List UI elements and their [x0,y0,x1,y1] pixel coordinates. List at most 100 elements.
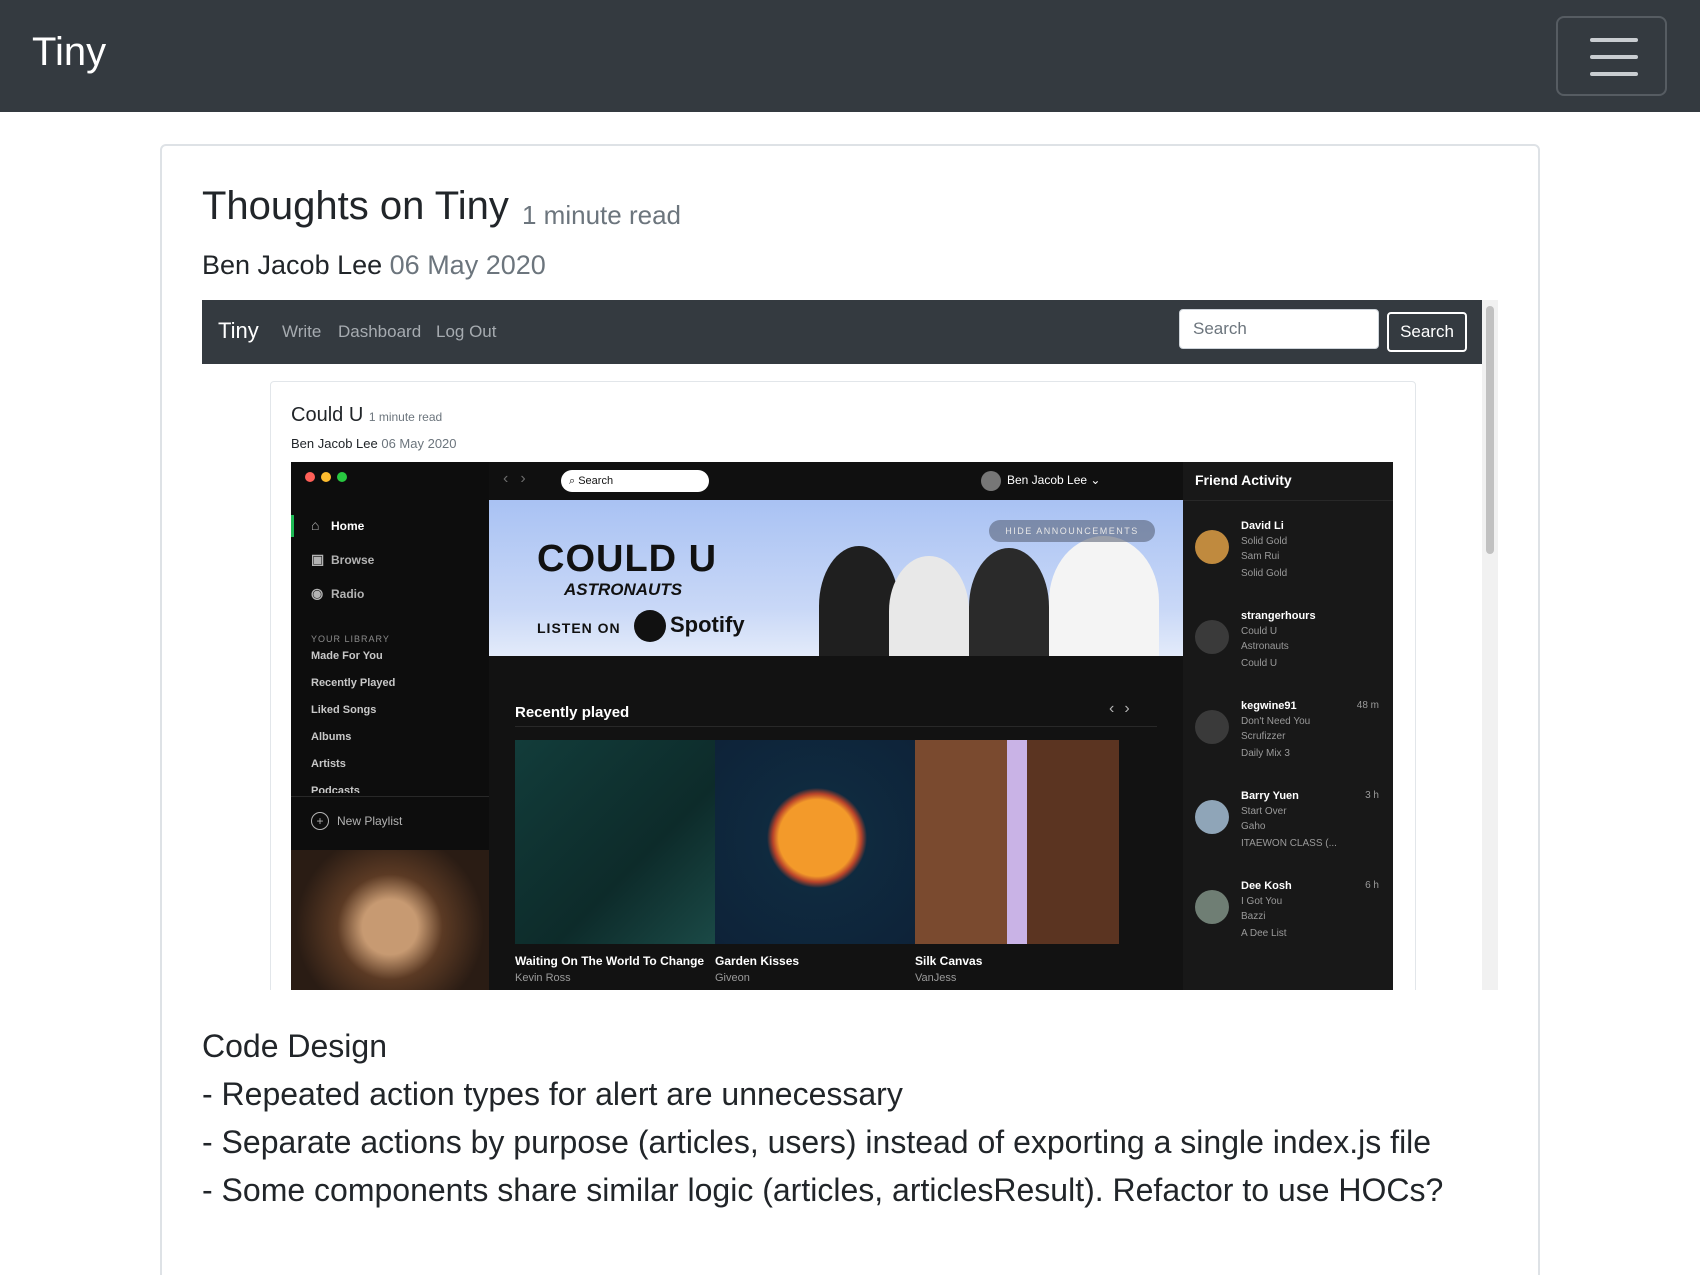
screenshot-search-button: Search [1387,312,1467,352]
screenshot-search-input [1179,309,1379,349]
radio-icon: ◉ [311,585,324,601]
friend-artist: Bazzi [1241,911,1266,922]
friend-time: 6 h [1365,880,1379,891]
screenshot-scrollbar[interactable] [1482,300,1498,990]
body-line: - Separate actions by purpose (articles,… [202,1124,1432,1160]
friend-activity-divider [1183,500,1393,501]
friend-item: Dee Kosh 6 h I Got You Bazzi A Dee List [1183,880,1393,970]
album-artist: Kevin Ross [515,972,571,984]
friend-name: Barry Yuen [1241,790,1299,802]
library-item: Podcasts [311,785,360,793]
friend-artist: Gaho [1241,821,1266,832]
screenshot-link-dashboard: Dashboard [338,322,422,341]
sidebar-item-browse: ▣ Browse [311,551,374,571]
friend-avatar [1195,530,1229,564]
album-title: Garden Kisses [715,954,800,968]
hamburger-icon-bar [1590,55,1638,59]
search-icon: ⌕ [569,475,579,487]
screenshot-article-heading: Could U [291,404,364,426]
friend-item: David Li Solid Gold Sam Rui Solid Gold [1183,520,1393,610]
friend-time: 3 h [1365,790,1379,801]
spotify-icon [634,610,666,642]
spotify-user-name: Ben Jacob Lee [1007,473,1088,488]
scrollbar-thumb[interactable] [1486,306,1494,554]
banner-subtitle: ASTRONAUTS [564,580,683,599]
friend-name: kegwine91 [1241,700,1297,712]
friend-track: I Got You [1241,896,1283,907]
recently-played-divider [515,726,1157,727]
library-item: Artists [311,758,346,770]
friend-artist: Astronauts [1241,641,1289,652]
now-playing-album-art [291,850,489,990]
friend-track: Solid Gold [1241,536,1288,547]
friend-avatar [1195,620,1229,654]
hamburger-icon [1590,38,1638,42]
sidebar-item-label: Browse [331,553,375,567]
carousel-arrows-icon: ‹› [1109,700,1140,717]
friend-item: strangerhours Could U Astronauts Could U [1183,610,1393,700]
band-photo [889,556,969,656]
window-close-dot [305,472,315,482]
screenshot-article-title: Could U 1 minute read [291,404,442,427]
plus-icon: + [311,812,329,830]
screenshot-link-logout: Log Out [436,322,497,341]
avatar [981,471,1001,491]
friend-name: David Li [1241,520,1284,532]
embedded-screenshot: Tiny Write Dashboard Log Out Search Coul… [202,300,1498,990]
friend-artist: Scrufizzer [1241,731,1286,742]
sidebar-item-label: Radio [331,587,365,601]
read-time: 1 minute read [522,200,681,230]
friend-context: Solid Gold [1241,568,1288,579]
friend-avatar [1195,710,1229,744]
band-photo [969,548,1049,656]
screenshot-navbar: Tiny Write Dashboard Log Out Search [202,300,1482,364]
hide-announcements-button: HIDE ANNOUNCEMENTS [989,520,1155,542]
friend-activity-heading: Friend Activity [1195,472,1292,488]
library-item: Made For You [311,650,383,662]
browse-icon: ▣ [311,551,325,567]
banner-service-name: Spotify [670,611,745,637]
recently-played-heading: Recently played [515,704,630,721]
friend-name: Dee Kosh [1241,880,1292,892]
library-item: Albums [311,731,352,743]
article-title: Thoughts on Tiny [202,184,509,228]
screenshot-link-write: Write [282,322,322,341]
friend-avatar [1195,800,1229,834]
album-tile [915,740,1119,944]
new-playlist: + New Playlist [311,812,402,830]
band-photo [1049,536,1159,656]
chevron-down-icon: ⌄ [1087,473,1101,488]
album-artist: VanJess [915,972,957,984]
friend-time: 48 m [1356,700,1379,711]
friend-activity-panel: Friend Activity David Li Solid Gold Sam … [1183,462,1393,990]
hamburger-icon-bar [1590,72,1638,76]
body-heading: Code Design [202,1028,387,1064]
screenshot-author: Ben Jacob Lee [291,436,378,451]
library-item: Liked Songs [311,704,377,716]
album-tile [515,740,719,944]
announcement-banner: COULD U ASTRONAUTS LISTEN ON Spotify HID… [489,500,1183,656]
friend-track: Don't Need You [1241,716,1311,727]
new-playlist-label: New Playlist [337,814,403,828]
friend-context: A Dee List [1241,928,1287,939]
friend-context: ITAEWON CLASS (... [1241,838,1337,849]
library-heading: YOUR LIBRARY [311,634,390,644]
friend-avatar [1195,890,1229,924]
banner-title: COULD U [537,538,718,580]
navbar-toggler-button[interactable] [1556,16,1667,96]
friend-item: kegwine91 48 m Don't Need You Scrufizzer… [1183,700,1393,790]
screenshot-brand: Tiny [218,318,259,343]
album-title: Silk Canvas [915,954,983,968]
sidebar-item-label: Home [331,519,365,533]
byline: Ben Jacob Lee 06 May 2020 [202,250,546,281]
sidebar-selected-indicator [291,515,294,537]
band-photo [819,546,899,656]
banner-listen-on: LISTEN ON [537,620,621,636]
album-artist: Giveon [715,972,750,984]
body-line: - Some components share similar logic (a… [202,1172,1444,1208]
navbar-brand[interactable]: Tiny [32,30,106,75]
friend-context: Could U [1241,658,1278,669]
friend-item: Barry Yuen 3 h Start Over Gaho ITAEWON C… [1183,790,1393,880]
banner-spotify-logo: Spotify [634,610,745,642]
spotify-screenshot: ⌂ Home ▣ Browse ◉ Radio YOUR LIBRARY Made F… [291,462,1393,990]
